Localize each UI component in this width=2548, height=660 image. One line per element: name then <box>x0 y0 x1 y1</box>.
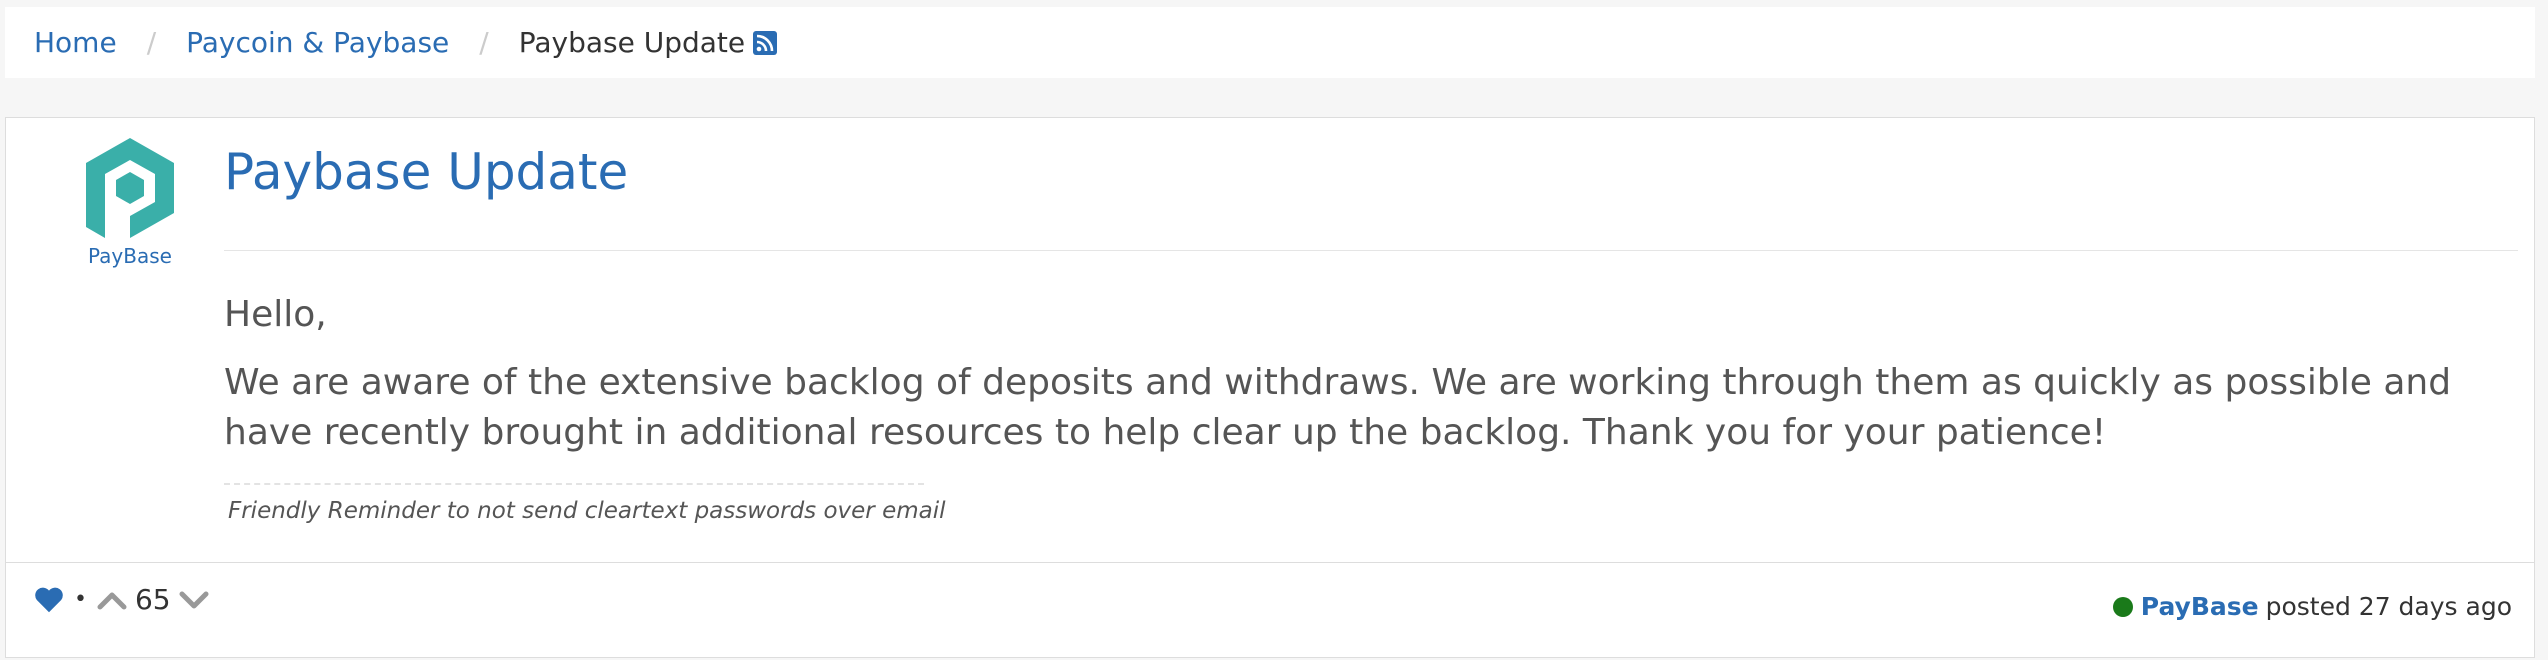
breadcrumb-current: Paybase Update <box>518 26 746 59</box>
breadcrumb-category-link[interactable]: Paycoin & Paybase <box>186 26 449 59</box>
post-signature: Friendly Reminder to not send cleartext … <box>228 498 946 524</box>
vote-count: 65 <box>134 583 171 616</box>
logo-text: PayBase <box>88 244 172 268</box>
post-card: PayBase Paybase Update Hello, We are awa… <box>5 117 2535 658</box>
paybase-logo-icon <box>86 138 174 238</box>
upvote-chevron-icon[interactable] <box>97 589 127 611</box>
breadcrumb-separator: / <box>479 26 489 59</box>
author-avatar[interactable]: PayBase <box>71 136 189 268</box>
footer-divider <box>6 562 2534 563</box>
breadcrumb: Home / Paycoin & Paybase / Paybase Updat… <box>5 7 2535 78</box>
online-status-icon <box>2112 596 2133 617</box>
breadcrumb-separator: / <box>146 26 157 59</box>
author-link[interactable]: PayBase <box>2141 592 2259 621</box>
heart-icon[interactable] <box>34 586 64 614</box>
downvote-chevron-icon[interactable] <box>179 589 209 611</box>
post-body: Hello, We are aware of the extensive bac… <box>224 290 2494 476</box>
post-meta: PayBase posted 27 days ago <box>2112 592 2512 621</box>
post-title[interactable]: Paybase Update <box>224 143 628 201</box>
posted-time: posted 27 days ago <box>2265 592 2512 621</box>
rss-icon[interactable] <box>753 30 778 55</box>
vote-controls: • 65 <box>34 583 209 616</box>
dot-separator: • <box>74 587 87 612</box>
signature-divider <box>224 483 924 485</box>
title-divider <box>224 250 2518 251</box>
breadcrumb-home-link[interactable]: Home <box>34 26 117 59</box>
post-paragraph: We are aware of the extensive backlog of… <box>224 362 2452 453</box>
post-greeting: Hello, <box>224 294 327 335</box>
